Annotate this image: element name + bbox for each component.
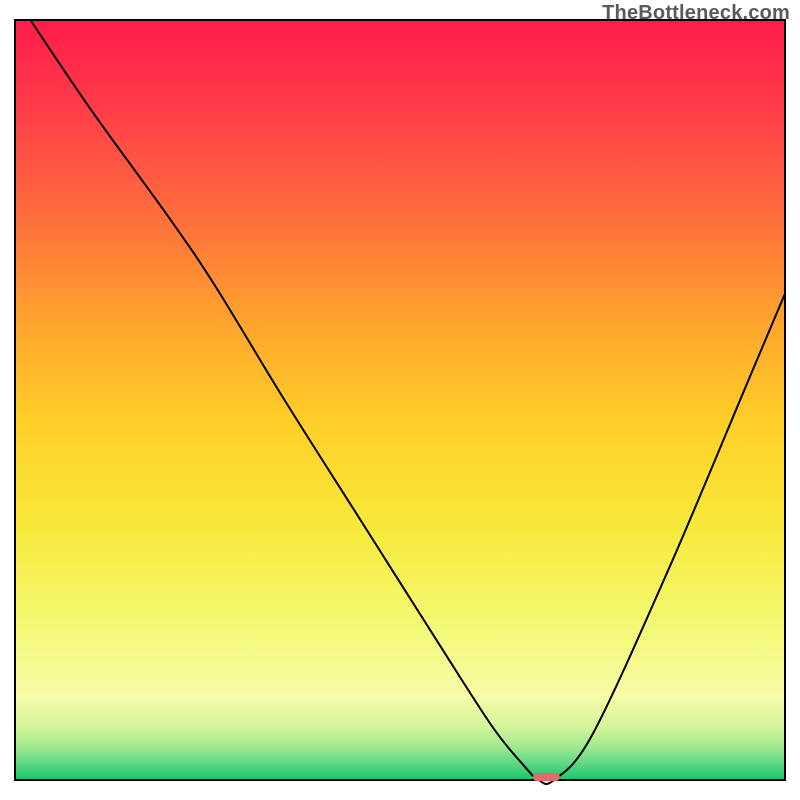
bottleneck-chart [0,0,800,800]
optimal-marker [533,773,560,781]
gradient-top [15,20,785,696]
watermark-text: TheBottleneck.com [602,2,790,25]
gradient-band [15,696,785,780]
chart-container: TheBottleneck.com [0,0,800,800]
